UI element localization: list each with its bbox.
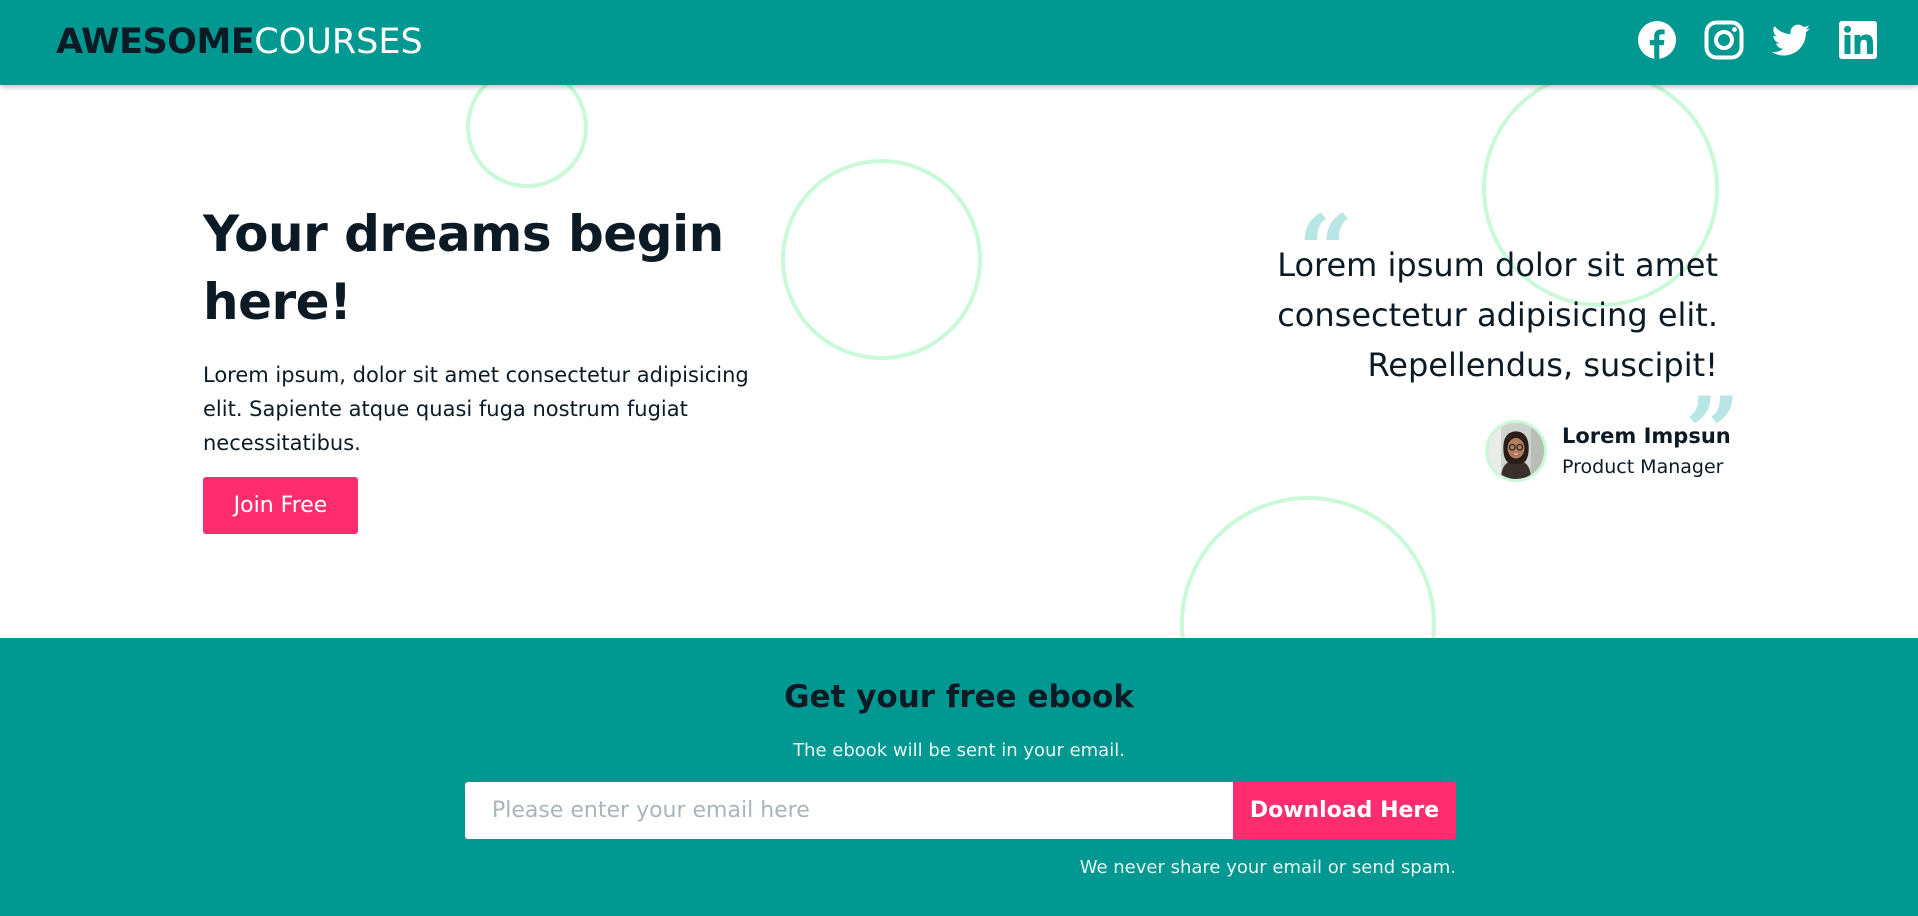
- hero-title: Your dreams begin here!: [203, 205, 724, 331]
- ebook-signup-section: Get your free ebook The ebook will be se…: [0, 638, 1918, 916]
- site-logo[interactable]: AWESOMECOURSES: [56, 22, 423, 62]
- testimonial-author-role: Product Manager: [1562, 456, 1724, 478]
- avatar: [1485, 420, 1547, 482]
- decorative-circle: [466, 85, 588, 188]
- ebook-title: Get your free ebook: [784, 679, 1134, 715]
- decorative-circle: [781, 159, 982, 360]
- join-free-button[interactable]: Join Free: [203, 477, 358, 534]
- testimonial-author-name: Lorem Impsun: [1562, 424, 1731, 448]
- twitter-link[interactable]: [1771, 20, 1811, 60]
- spam-disclaimer: We never share your email or send spam.: [1079, 857, 1456, 878]
- ebook-subtitle: The ebook will be sent in your email.: [793, 740, 1125, 761]
- email-input[interactable]: [465, 782, 1233, 839]
- logo-bold-text: AWESOME: [56, 22, 255, 62]
- testimonial-quote: Lorem ipsum dolor sit amet consectetur a…: [1277, 246, 1718, 384]
- logo-light-text: COURSES: [254, 22, 423, 62]
- twitter-icon: [1771, 24, 1810, 56]
- instagram-icon: [1704, 20, 1744, 60]
- site-header: AWESOMECOURSES: [0, 0, 1918, 85]
- facebook-icon: [1638, 21, 1676, 59]
- facebook-link[interactable]: [1637, 20, 1677, 60]
- download-button[interactable]: Download Here: [1233, 782, 1456, 839]
- linkedin-icon: [1839, 21, 1877, 59]
- social-links: [1637, 20, 1878, 60]
- linkedin-link[interactable]: [1838, 20, 1878, 60]
- hero-description: Lorem ipsum, dolor sit amet consectetur …: [203, 363, 749, 455]
- instagram-link[interactable]: [1704, 20, 1744, 60]
- decorative-circle: [1180, 496, 1436, 638]
- hero-section: Your dreams begin here! Lorem ipsum, dol…: [0, 85, 1918, 638]
